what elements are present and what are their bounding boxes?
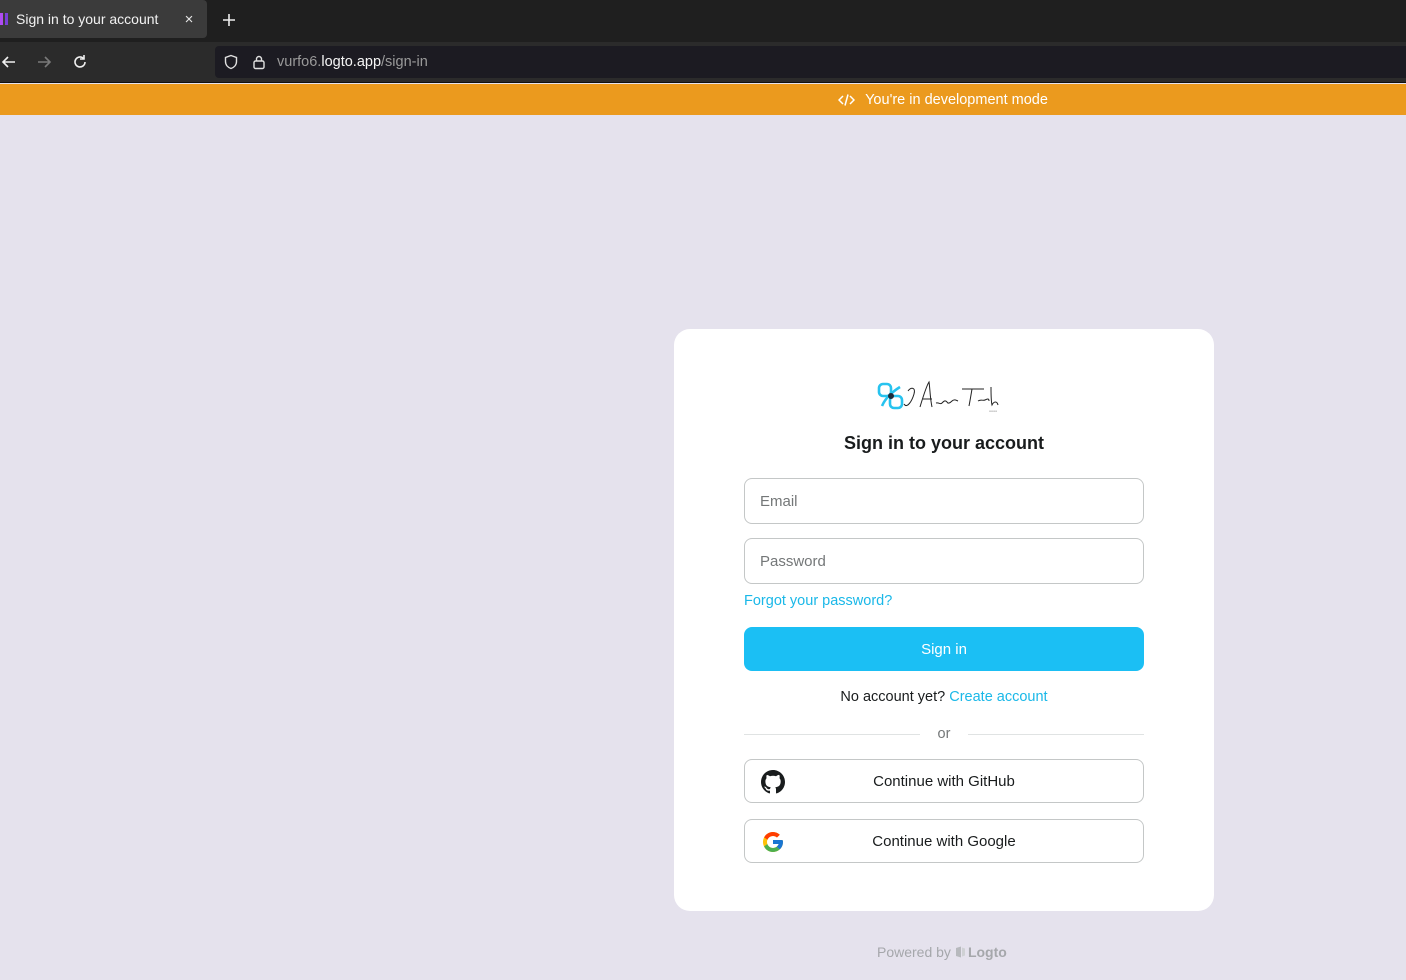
- site-favicon-icon: [0, 12, 10, 26]
- github-button-label: Continue with GitHub: [873, 772, 1015, 790]
- url-path: /sign-in: [381, 54, 428, 70]
- no-account-text: No account yet?: [840, 689, 946, 705]
- code-icon: [838, 93, 856, 106]
- logto-brand[interactable]: Logto: [955, 944, 1007, 960]
- address-bar[interactable]: vurfo6.logto.app/sign-in: [215, 46, 1406, 78]
- url-text: vurfo6.logto.app/sign-in: [277, 54, 428, 70]
- powered-by: Powered by Logto: [877, 944, 1007, 960]
- github-icon: [761, 770, 785, 794]
- password-input[interactable]: [744, 538, 1144, 584]
- no-account-row: No account yet? Create account: [674, 689, 1214, 705]
- google-sign-in-button[interactable]: Continue with Google: [744, 819, 1144, 863]
- forward-button[interactable]: [31, 50, 57, 74]
- url-host: logto.app: [321, 54, 382, 70]
- divider-line: [968, 733, 1144, 735]
- sign-in-card: ▫▫▫▫ Sign in to your account Forgot your…: [674, 329, 1214, 911]
- browser-tab-bar: Sign in to your account ×: [0, 0, 1406, 42]
- lock-icon[interactable]: [251, 54, 267, 70]
- tab-title: Sign in to your account: [16, 11, 159, 27]
- reload-icon: [74, 55, 86, 68]
- divider-line: [744, 733, 920, 735]
- powered-by-text: Powered by: [877, 944, 951, 960]
- logto-brand-text: Logto: [967, 944, 1007, 960]
- svg-text:▫▫▫▫: ▫▫▫▫: [989, 409, 997, 413]
- divider-text: or: [937, 726, 951, 742]
- forgot-password-link[interactable]: Forgot your password?: [744, 593, 892, 609]
- reload-button[interactable]: [67, 50, 93, 74]
- or-divider: or: [744, 725, 1144, 743]
- email-input[interactable]: [744, 478, 1144, 524]
- back-button[interactable]: [0, 50, 22, 74]
- arrow-right-icon: [38, 56, 52, 68]
- browser-tab[interactable]: Sign in to your account ×: [0, 0, 207, 38]
- dev-mode-text: You're in development mode: [865, 91, 1048, 108]
- url-host-prefix: vurfo6.: [277, 54, 322, 70]
- tab-close-icon[interactable]: ×: [177, 7, 201, 31]
- google-button-label: Continue with Google: [872, 832, 1016, 850]
- github-sign-in-button[interactable]: Continue with GitHub: [744, 759, 1144, 803]
- google-icon: [763, 832, 783, 852]
- sign-in-button[interactable]: Sign in: [744, 627, 1144, 671]
- dev-mode-banner: You're in development mode: [0, 84, 1406, 115]
- arrow-left-icon: [1, 56, 15, 68]
- logto-logo-icon: [955, 946, 965, 958]
- brand-logo: ▫▫▫▫: [876, 379, 1010, 413]
- shield-icon[interactable]: [223, 54, 239, 70]
- page-title: Sign in to your account: [843, 433, 1044, 453]
- create-account-link[interactable]: Create account: [949, 689, 1047, 705]
- plus-icon: [223, 14, 235, 26]
- browser-nav-bar: vurfo6.logto.app/sign-in: [0, 42, 1406, 83]
- new-tab-button[interactable]: [216, 7, 242, 33]
